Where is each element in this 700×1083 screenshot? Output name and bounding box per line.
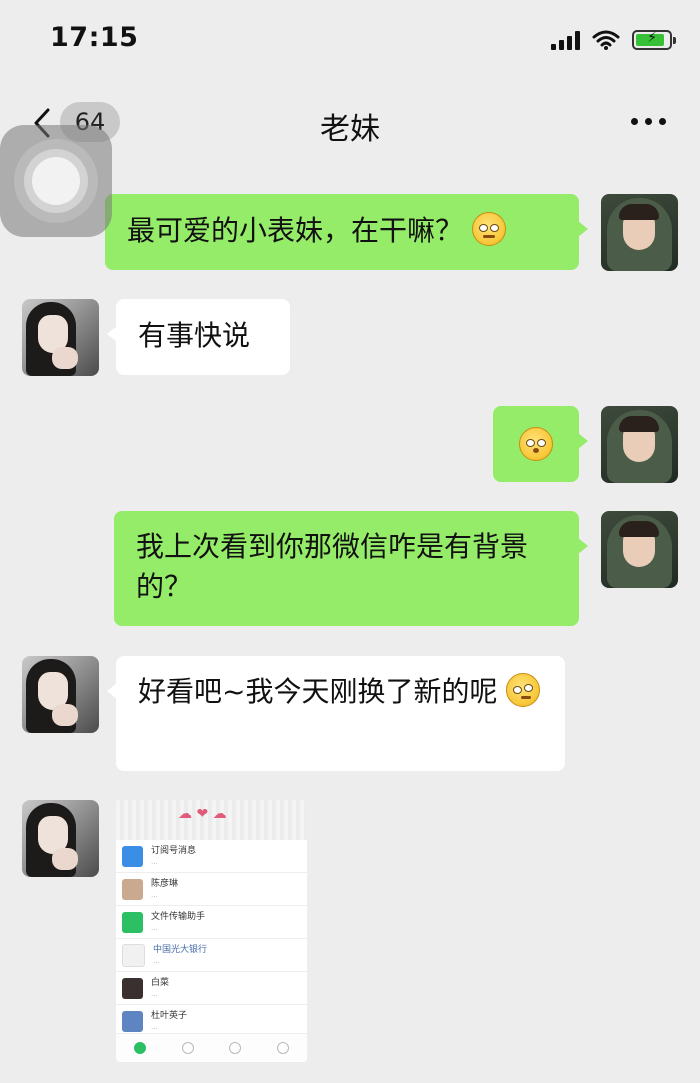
me-tab-icon — [277, 1042, 290, 1054]
contact-avatar-icon — [122, 1010, 143, 1032]
image-tabbar — [116, 1033, 307, 1062]
status-time: 17:15 — [50, 22, 139, 53]
contact-avatar-icon — [122, 977, 143, 999]
message-bubble-me[interactable]: 我上次看到你那微信咋是有背景的？ — [114, 511, 588, 626]
wifi-icon — [592, 30, 620, 50]
my-avatar[interactable] — [601, 406, 678, 483]
cellular-signal-icon — [551, 30, 580, 50]
pleading-emoji-icon — [519, 427, 553, 461]
sister-avatar[interactable] — [22, 656, 99, 733]
file-transfer-icon — [122, 911, 143, 933]
smirk-emoji-icon — [471, 212, 506, 246]
shared-screenshot-image[interactable]: ☁ ❤ ☁ 订阅号消息… 陈彦琳… 文件传输助手… 中国光大银行… 白菜… 杜叶… — [116, 800, 307, 1062]
bank-logo-icon — [122, 943, 145, 967]
message-text: 最可爱的小表妹，在干嘛？ — [127, 214, 464, 247]
message-bubble-sister[interactable]: 有事快说 — [107, 299, 290, 375]
message-bubble-me[interactable] — [493, 406, 588, 482]
sister-avatar[interactable] — [22, 299, 99, 376]
contacts-tab-icon — [181, 1042, 194, 1054]
assistive-touch-button[interactable] — [0, 125, 112, 237]
my-avatar[interactable] — [601, 511, 678, 588]
battery-icon: ⚡ — [632, 30, 676, 50]
image-header: ☁ ❤ ☁ — [116, 800, 307, 840]
image-chat-row: 白菜… — [116, 972, 307, 1005]
thinking-emoji-icon — [506, 673, 541, 707]
subscription-icon — [122, 845, 143, 867]
message-bubble-sister[interactable]: 好看吧~我今天刚换了新的呢 — [107, 656, 565, 771]
image-chat-row: 陈彦琳… — [116, 873, 307, 906]
image-chat-row: 中国光大银行… — [116, 939, 307, 972]
charging-bolt-icon: ⚡ — [647, 30, 657, 46]
discover-tab-icon — [229, 1042, 242, 1054]
image-chat-row: 文件传输助手… — [116, 906, 307, 939]
message-text: 有事快说 — [138, 319, 251, 352]
message-text: 好看吧~我今天刚换了新的呢 — [138, 675, 498, 708]
contact-avatar-icon — [122, 878, 143, 900]
image-chat-row: 订阅号消息… — [116, 840, 307, 873]
chats-tab-icon — [133, 1042, 146, 1054]
message-bubble-me[interactable]: 最可爱的小表妹，在干嘛？ — [105, 194, 588, 270]
status-icons: ⚡ — [551, 30, 676, 50]
message-text: 我上次看到你那微信咋是有背景的？ — [136, 530, 529, 603]
heart-decoration-icon: ☁ ❤ ☁ — [178, 806, 227, 822]
more-options-icon[interactable] — [631, 118, 666, 125]
sister-avatar[interactable] — [22, 800, 99, 877]
my-avatar[interactable] — [601, 194, 678, 271]
